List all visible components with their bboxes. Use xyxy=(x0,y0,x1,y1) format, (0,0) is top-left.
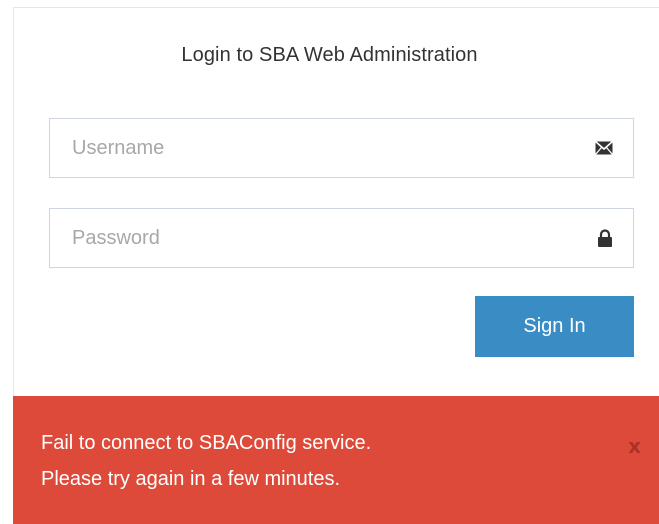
alert-message-line-1: Fail to connect to SBAConfig service. xyxy=(41,432,372,454)
alert-message-line-2: Please try again in a few minutes. xyxy=(41,468,341,490)
sign-in-button[interactable]: Sign In xyxy=(475,296,634,357)
lock-icon xyxy=(597,229,613,247)
username-field-wrapper xyxy=(49,118,634,178)
password-input[interactable] xyxy=(50,209,633,267)
username-input[interactable] xyxy=(50,119,633,177)
envelope-icon xyxy=(595,141,613,155)
password-field-wrapper xyxy=(49,208,634,268)
error-alert: Fail to connect to SBAConfig service. Pl… xyxy=(13,396,659,524)
login-title: Login to SBA Web Administration xyxy=(181,44,478,66)
alert-close-button[interactable]: x xyxy=(628,434,641,458)
